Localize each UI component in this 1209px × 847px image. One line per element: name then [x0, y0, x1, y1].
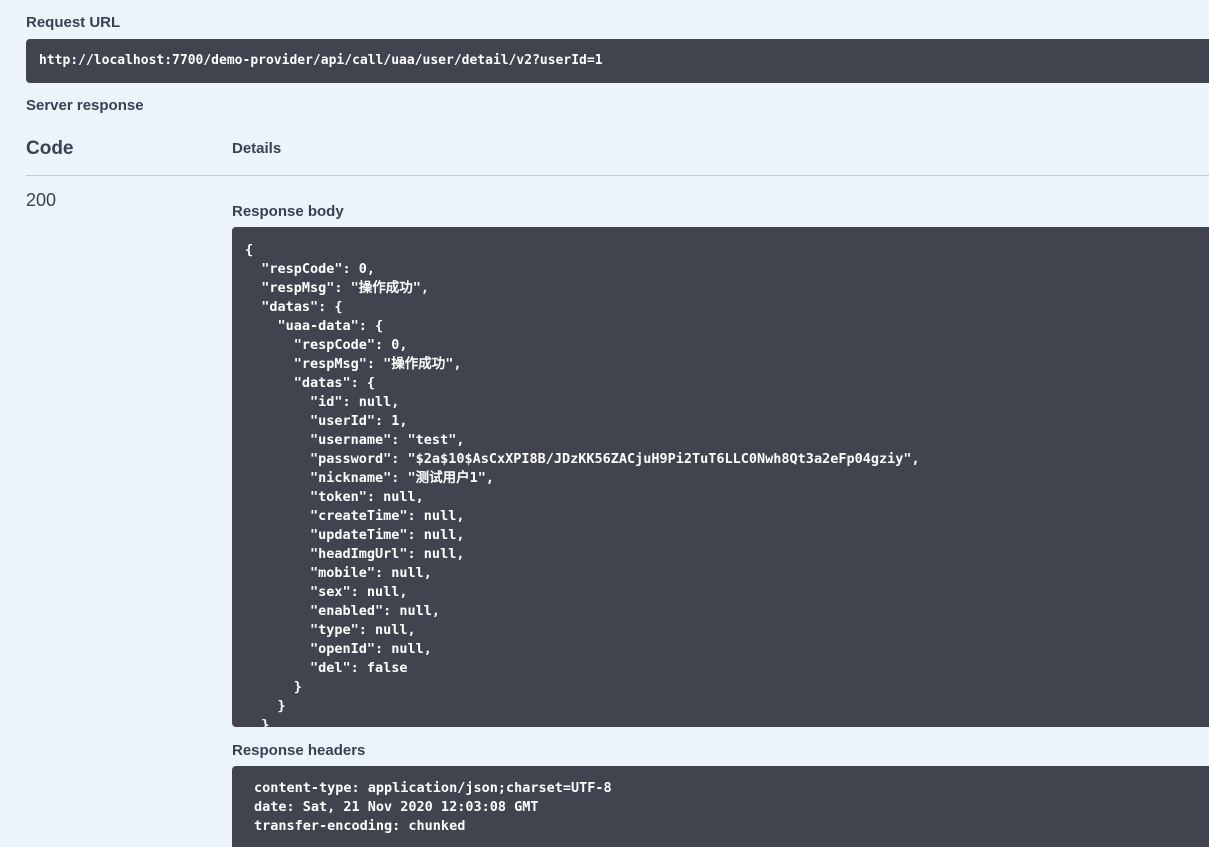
response-body-code-block[interactable]: { "respCode": 0, "respMsg": "操作成功", "dat…	[232, 227, 1209, 727]
response-body-content: { "respCode": 0, "respMsg": "操作成功", "dat…	[245, 242, 920, 727]
request-url-label: Request URL	[26, 14, 121, 31]
response-headers-content: content-type: application/json;charset=U…	[254, 780, 612, 834]
response-status-code: 200	[26, 190, 57, 210]
response-headers-code-block[interactable]: content-type: application/json;charset=U…	[232, 766, 1209, 847]
details-column-header: Details	[232, 140, 282, 157]
header-divider	[26, 175, 1209, 176]
server-response-label: Server response	[26, 97, 144, 114]
swagger-response-panel: Request URL http://localhost:7700/demo-p…	[0, 0, 1209, 847]
request-url-value[interactable]: http://localhost:7700/demo-provider/api/…	[26, 39, 1209, 83]
response-body-label: Response body	[232, 203, 344, 220]
response-headers-label: Response headers	[232, 742, 366, 759]
code-column-header: Code	[26, 138, 74, 159]
